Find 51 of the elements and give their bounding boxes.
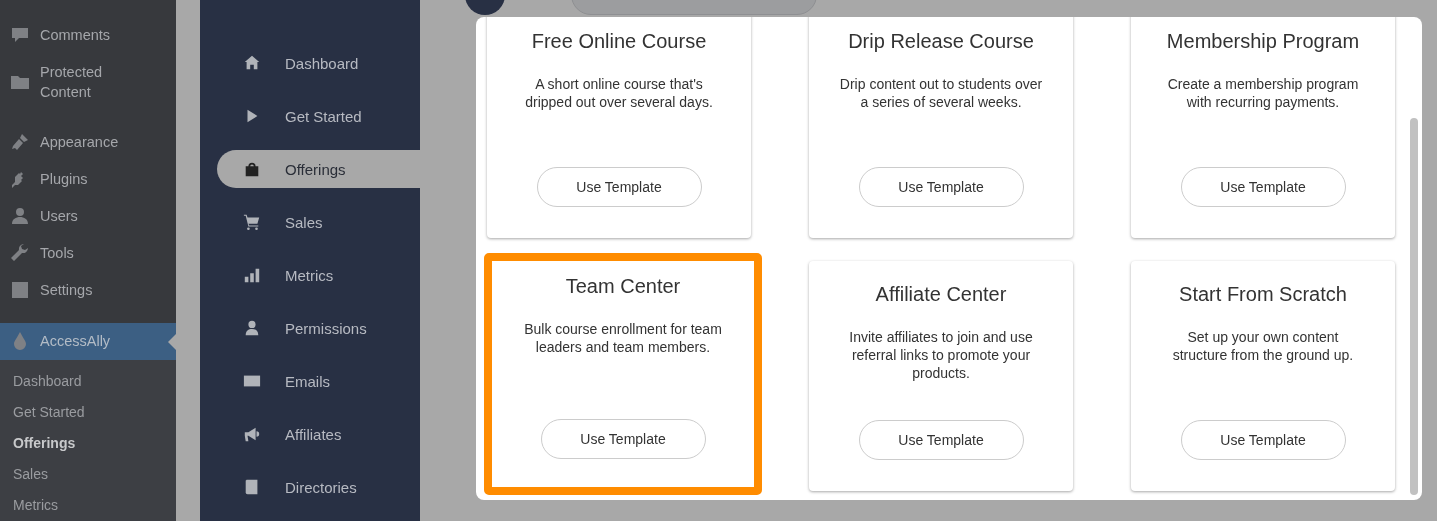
submenu-item[interactable]: Metrics: [0, 490, 176, 521]
use-template-button[interactable]: Use Template: [858, 420, 1024, 460]
menu-item[interactable]: AccessAlly: [0, 322, 176, 360]
bag-icon: [243, 160, 261, 178]
bar-chart-icon: [243, 266, 261, 284]
brush-icon: [10, 131, 30, 152]
nav-item[interactable]: Offerings: [217, 150, 420, 188]
menu-item[interactable]: Protected Content: [0, 53, 176, 110]
card-description: A short online course that's dripped out over several days.: [524, 75, 714, 111]
submenu-item[interactable]: Dashboard: [0, 366, 176, 397]
nav-item[interactable]: Metrics: [217, 256, 420, 294]
menu-item[interactable]: Appearance: [0, 123, 176, 160]
card-description: Drip content out to students over a series of several weeks.: [839, 75, 1043, 111]
menu-pointer: [168, 333, 176, 350]
menu-item[interactable]: Plugins: [0, 160, 176, 197]
home-icon: [243, 54, 261, 72]
user-icon: [10, 205, 30, 226]
use-template-button[interactable]: Use Template: [536, 167, 702, 207]
card-title: Team Center: [565, 274, 681, 298]
megaphone-icon: [243, 425, 261, 443]
nav-item[interactable]: Affiliates: [217, 415, 420, 453]
nav-item[interactable]: Emails: [217, 362, 420, 400]
card-description: Create a membership program with recurring payments.: [1166, 75, 1360, 111]
menu-item[interactable]: Comments: [0, 16, 176, 53]
submenu-item[interactable]: Sales: [0, 459, 176, 490]
card-description: Set up your own content structure from the ground up.: [1171, 328, 1355, 364]
menu-item[interactable]: Settings: [0, 271, 176, 308]
nav-item[interactable]: Sales: [217, 203, 420, 241]
menu-item[interactable]: Tools: [0, 234, 176, 271]
card-title: Affiliate Center: [875, 282, 1007, 306]
use-template-button[interactable]: Use Template: [1180, 420, 1346, 460]
card-description: Bulk course enrollment for team leaders and team members.: [523, 320, 723, 356]
nav-item[interactable]: Directories: [217, 468, 420, 506]
wrench-icon: [10, 242, 30, 263]
card-title: Start From Scratch: [1179, 282, 1347, 306]
use-template-button[interactable]: Use Template: [540, 419, 706, 459]
submenu-item[interactable]: Get Started: [0, 397, 176, 428]
submenu-item[interactable]: Offerings: [0, 428, 176, 459]
card-title: Membership Program: [1166, 29, 1360, 53]
cart-icon: [243, 213, 261, 231]
card-title: Drip Release Course: [848, 29, 1034, 53]
scrollbar[interactable]: [1410, 118, 1418, 495]
nav-item[interactable]: Permissions: [217, 309, 420, 347]
nav-item[interactable]: Get Started: [217, 97, 420, 135]
nav-item[interactable]: Dashboard: [217, 44, 420, 82]
use-template-button[interactable]: Use Template: [1180, 167, 1346, 207]
card-title: Free Online Course: [531, 29, 707, 53]
card-description: Invite affiliates to join and use referral links to promote your products.: [848, 328, 1034, 382]
person-icon: [243, 319, 261, 337]
use-template-button[interactable]: Use Template: [858, 167, 1024, 207]
menu-item[interactable]: Users: [0, 197, 176, 234]
